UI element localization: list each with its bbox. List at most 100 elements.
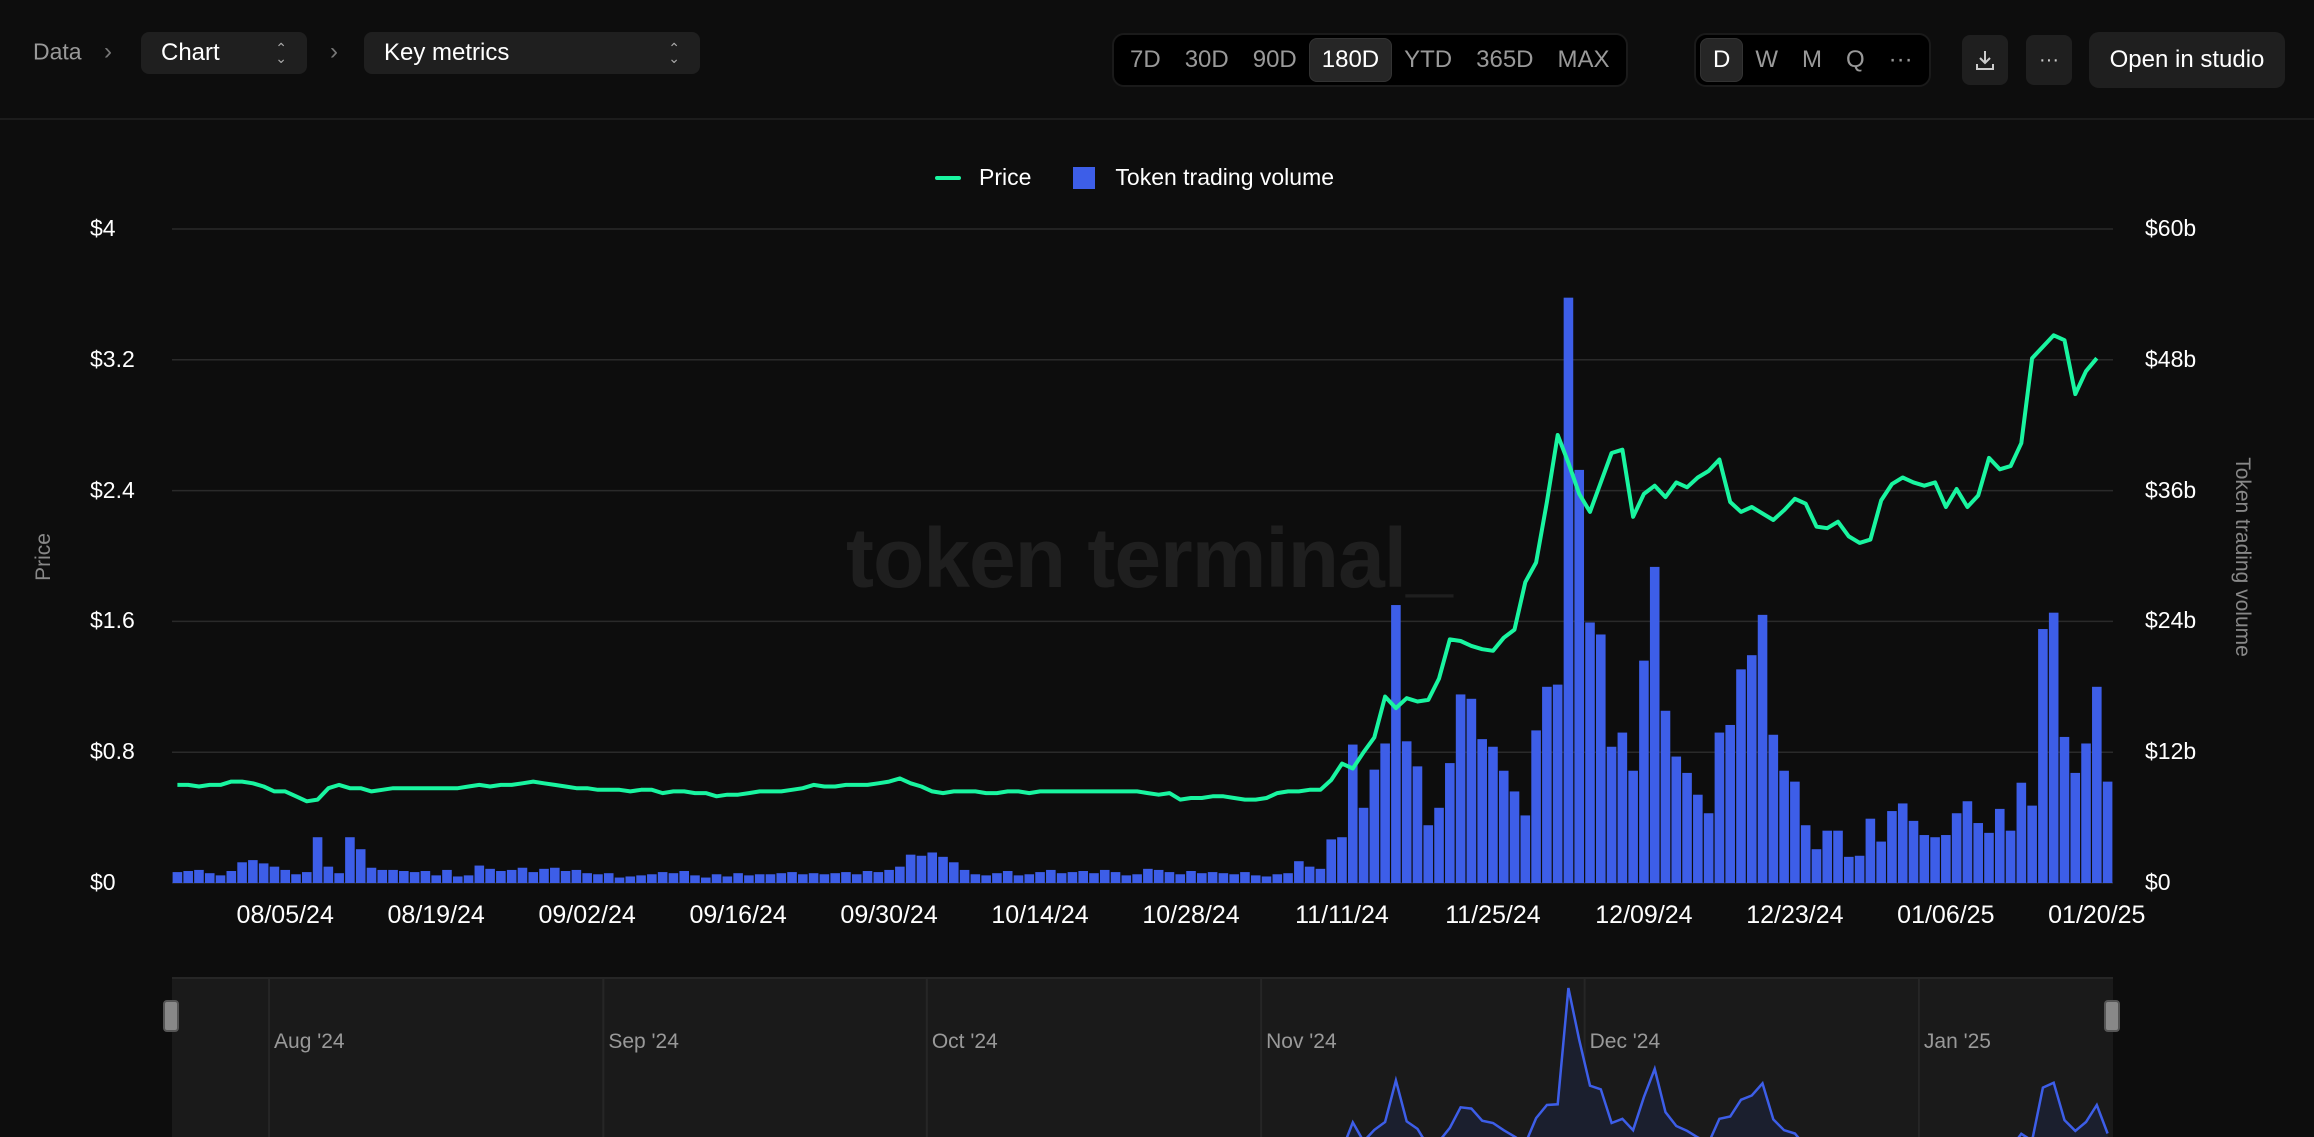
volume-bar <box>2027 805 2037 883</box>
volume-bar <box>1498 770 1509 883</box>
volume-bar <box>2048 612 2059 883</box>
volume-bar <box>2059 736 2070 883</box>
volume-bar <box>1628 770 1638 883</box>
volume-bar <box>992 873 1002 883</box>
volume-bar <box>1768 734 1779 883</box>
volume-bar <box>1294 861 1304 883</box>
volume-bar <box>2081 743 2091 883</box>
volume-bar <box>1908 820 1919 883</box>
volume-bar <box>1994 808 2005 883</box>
volume-bar <box>1822 830 1833 883</box>
volume-bar <box>204 873 215 883</box>
volume-bar <box>1649 566 1660 883</box>
volume-bar <box>1962 801 1973 883</box>
volume-bar <box>981 875 991 883</box>
volume-bar <box>345 837 355 883</box>
volume-bar <box>1455 694 1466 883</box>
volume-bar <box>787 872 797 883</box>
volume-bar <box>1218 873 1229 883</box>
volume-bar <box>582 873 592 883</box>
volume-bar <box>172 872 183 883</box>
volume-bar <box>1261 876 1272 883</box>
volume-bar <box>1941 835 1951 883</box>
volume-bar <box>1391 605 1401 883</box>
volume-bar <box>1056 873 1067 883</box>
volume-bar <box>355 849 366 883</box>
left-y-tick: $2.4 <box>90 476 135 503</box>
range-navigator[interactable] <box>172 977 2113 1137</box>
volume-bar <box>1143 868 1153 883</box>
volume-bar <box>1466 698 1477 883</box>
navigator-line <box>268 979 2109 1137</box>
x-tick-label: 08/05/24 <box>236 901 334 929</box>
volume-bar <box>1132 874 1142 883</box>
volume-bar <box>528 872 539 883</box>
volume-bar <box>1951 813 1962 883</box>
right-y-tick: $48b <box>2145 345 2197 372</box>
navigator-month-label: Aug '24 <box>274 1030 345 1053</box>
volume-bar <box>1412 766 1423 883</box>
volume-bar <box>1897 803 1908 883</box>
volume-bar <box>571 869 582 883</box>
volume-bar <box>1078 871 1088 883</box>
x-tick-label: 09/16/24 <box>689 901 787 929</box>
left-axis-title: Price <box>31 533 55 581</box>
volume-bar <box>323 866 334 883</box>
navigator-right-handle[interactable] <box>2104 1000 2120 1032</box>
volume-bar <box>1099 869 1110 883</box>
volume-bar <box>409 872 420 883</box>
volume-bar <box>431 875 441 883</box>
volume-bar <box>2038 629 2048 883</box>
left-y-tick: $0.8 <box>90 738 135 765</box>
chart-plot <box>172 228 2113 884</box>
volume-bar <box>1531 730 1541 883</box>
volume-bar <box>1067 872 1078 883</box>
volume-bar <box>647 874 657 883</box>
x-tick-label: 08/19/24 <box>387 901 485 929</box>
navigator-left-handle[interactable] <box>163 1000 179 1032</box>
volume-bar <box>2102 781 2113 883</box>
volume-bar <box>1552 684 1563 883</box>
x-tick-label: 09/30/24 <box>840 901 938 929</box>
navigator-month-label: Dec '24 <box>1589 1030 1661 1053</box>
volume-bar <box>754 874 765 883</box>
volume-bar <box>830 873 840 883</box>
volume-bar <box>194 869 204 883</box>
volume-bar <box>1283 873 1293 883</box>
volume-bar <box>1844 856 1854 883</box>
volume-bar <box>1488 746 1498 883</box>
volume-bar <box>1229 874 1239 883</box>
volume-bar <box>851 874 862 883</box>
volume-bar <box>496 871 506 883</box>
volume-bar <box>862 871 873 883</box>
volume-bar <box>614 877 625 883</box>
volume-bar <box>1757 614 1768 883</box>
volume-bar <box>550 867 560 883</box>
volume-bar <box>1046 869 1056 883</box>
volume-bar <box>560 871 571 883</box>
volume-bar <box>2070 772 2081 883</box>
volume-bar <box>938 856 948 883</box>
volume-bar <box>1121 875 1132 883</box>
volume-bar <box>733 873 743 883</box>
volume-bar <box>1197 873 1207 883</box>
volume-bar <box>1606 746 1617 883</box>
volume-bar <box>452 876 463 883</box>
volume-bar <box>1509 791 1520 883</box>
volume-bar <box>506 869 517 883</box>
volume-bar <box>657 872 668 883</box>
right-y-tick: $24b <box>2145 607 2197 634</box>
volume-bar <box>1746 655 1757 883</box>
volume-bar <box>722 876 733 883</box>
volume-bar <box>808 873 819 883</box>
volume-bar <box>765 874 776 883</box>
volume-bar <box>798 874 808 883</box>
volume-bar <box>927 852 938 883</box>
volume-bar <box>700 877 711 883</box>
volume-bar <box>1024 874 1035 883</box>
volume-bar <box>334 873 344 883</box>
volume-bar <box>248 860 258 883</box>
volume-bar <box>949 862 959 883</box>
volume-bar <box>1369 769 1380 883</box>
volume-bar <box>1186 871 1196 883</box>
